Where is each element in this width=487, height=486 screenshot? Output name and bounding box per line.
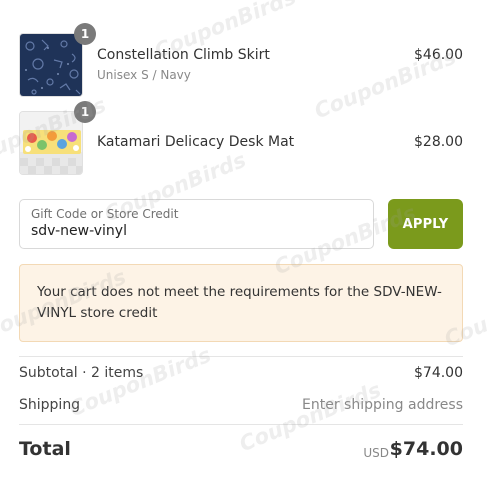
watermark: CouponBirds <box>65 342 215 422</box>
quantity-badge: 1 <box>74 23 96 45</box>
line-item: 1 Constellation Climb Skirt Unisex S / N… <box>19 23 463 97</box>
product-thumbnail: 1 <box>19 101 96 175</box>
subtotal-value: $74.00 <box>414 365 463 381</box>
product-price: $46.00 <box>414 47 463 63</box>
quantity-badge: 1 <box>74 101 96 123</box>
divider <box>19 424 463 425</box>
shipping-label: Shipping <box>19 397 81 413</box>
apply-button[interactable]: APPLY <box>388 199 463 249</box>
gift-code-value[interactable]: sdv-new-vinyl <box>31 223 127 239</box>
navy-skirt-image <box>19 33 83 97</box>
gift-code-input[interactable]: Gift Code or Store Credit sdv-new-vinyl <box>19 199 374 249</box>
total-value: $74.00 <box>389 438 463 460</box>
product-thumbnail: 1 <box>19 23 96 97</box>
line-item: 1 Katamari Delicacy Desk Mat $28.00 <box>19 101 463 175</box>
desk-mat-image <box>19 111 83 175</box>
shipping-value: Enter shipping address <box>302 397 463 413</box>
subtotal-label: Subtotal · 2 items <box>19 365 144 381</box>
gift-code-label: Gift Code or Store Credit <box>31 207 179 221</box>
product-variant: Unisex S / Navy <box>97 68 191 82</box>
watermark: CouponBirds <box>235 377 385 457</box>
error-message: Your cart does not meet the requirements… <box>19 264 463 342</box>
total-currency: USD <box>363 446 389 460</box>
total-label: Total <box>19 438 71 460</box>
divider <box>19 356 463 357</box>
product-name: Katamari Delicacy Desk Mat <box>97 134 295 150</box>
product-name: Constellation Climb Skirt <box>97 47 270 63</box>
product-price: $28.00 <box>414 134 463 150</box>
